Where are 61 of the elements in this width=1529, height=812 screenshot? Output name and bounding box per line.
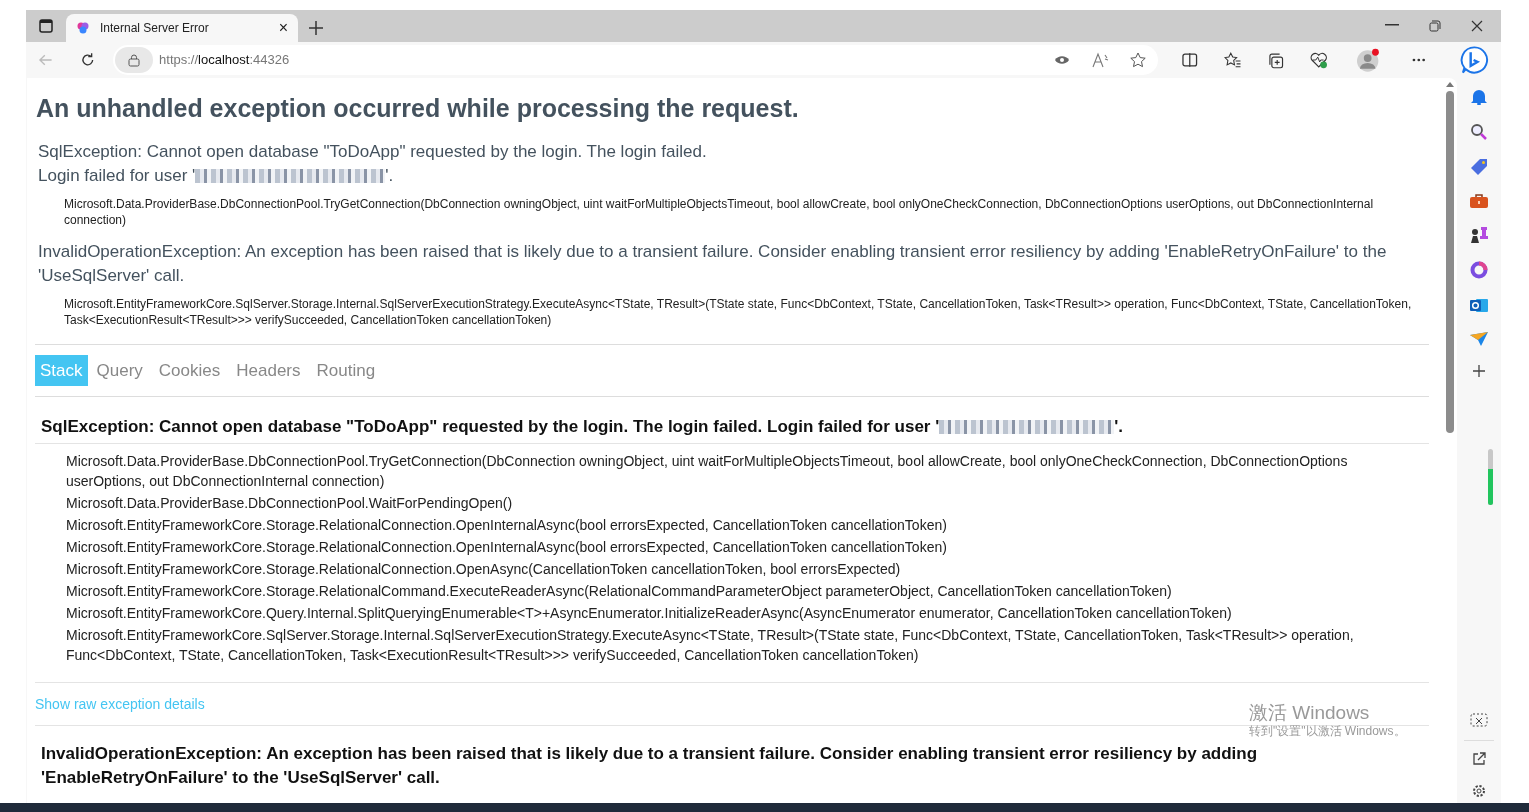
stack-frame: Microsoft.Data.ProviderBase.DbConnectionPool.TryGetConnection(DbConnection owningObject, uint waitForMultipleObjectsTimeout, bool allowCreate, bool onlyOneCheckConnection, DbConnectionOptions userOptions, out DbConnectionInternal connection) <box>38 195 1429 228</box>
stack-frame: Microsoft.Data.ProviderBase.DbConnectionPool.WaitForPendingOpen() <box>66 492 1429 514</box>
app-logo-icon <box>76 21 90 35</box>
stack-frame: Microsoft.EntityFrameworkCore.SqlServer.Storage.Internal.SqlServerExecutionStrategy.ExecuteAsync<TState, TResult>(TState state, Func<DbContext, TState, CancellationToken, Task<TResult>> operation, Func<DbContext, TState, CancellationToken, Task<ExecutionResult<TResult>>> verifySucceeded, CancellationToken cancellationToken) <box>66 624 1429 666</box>
stack-tab[interactable]: Routing <box>309 354 383 386</box>
browser-tab[interactable]: Internal Server Error × <box>66 14 298 42</box>
mail-app-icon[interactable] <box>1469 296 1489 314</box>
tag-icon[interactable] <box>1470 158 1488 176</box>
favorites-icon[interactable] <box>1223 52 1241 68</box>
exception-title: InvalidOperationException: An exception has been raised that is likely due to a transient failure. Consider enabling transient error resiliency by adding 'EnableRetryOnFailure' to the 'UseSqlServer' call. <box>41 743 1259 789</box>
refresh-icon[interactable] <box>79 52 96 68</box>
search-icon[interactable] <box>1470 123 1488 141</box>
exception-message: InvalidOperationException: An exception has been raised that is likely due to a transient failure. Consider enabling transient error resiliency by adding 'EnableRetryOnFailure' to the 'UseSqlServer' call. <box>38 240 1388 287</box>
stack-frame: Microsoft.Data.ProviderBase.DbConnectionPool.TryGetConnection(DbConnection owningObject, uint waitForMultipleObjectsTimeout, bool allowCreate, bool onlyOneCheckConnection, DbConnectionOptions userOptions, out DbConnectionInternal connection) <box>66 450 1429 492</box>
lock-icon[interactable] <box>128 53 141 67</box>
stack-frame: Microsoft.EntityFrameworkCore.Storage.RelationalConnection.OpenInternalAsync(bool errorsExpected, CancellationToken cancellationToken) <box>66 536 1429 558</box>
star-icon[interactable] <box>1130 52 1146 68</box>
copilot-icon[interactable] <box>1459 45 1489 75</box>
external-link-icon[interactable] <box>1472 752 1486 766</box>
eye-icon[interactable] <box>1054 54 1070 66</box>
more-icon[interactable] <box>1412 58 1426 62</box>
exception-message: Login failed for user ' <box>38 164 196 187</box>
stack-frame: Microsoft.EntityFrameworkCore.Storage.RelationalCommand.ExecuteReaderAsync(RelationalCommandParameterObject parameterObject, CancellationToken cancellationToken) <box>66 580 1429 602</box>
restore-icon[interactable] <box>1429 20 1441 32</box>
tab-close-button[interactable]: × <box>278 16 288 40</box>
toolbox-icon[interactable] <box>1469 193 1489 209</box>
tab-title: Internal Server Error <box>100 20 210 37</box>
exception-title: '. <box>1114 416 1123 438</box>
add-icon[interactable] <box>1472 364 1486 378</box>
scrollbar-thumb[interactable] <box>1446 91 1454 433</box>
address-bar[interactable]: https://localhost:44326 <box>113 45 1158 75</box>
page-heading: An unhandled exception occurred while processing the request. <box>36 93 800 124</box>
stack-tab[interactable]: Stack <box>35 354 88 386</box>
health-icon[interactable] <box>1309 51 1327 69</box>
stack-frame: Microsoft.EntityFrameworkCore.Query.Internal.SplitQueryingEnumerable<T>+AsyncEnumerator.InitializeReaderAsync(AsyncEnumerator enumerator, CancellationToken cancellationToken) <box>66 602 1429 624</box>
read-aloud-icon[interactable] <box>1092 52 1110 68</box>
activation-hint: 转到"设置"以激活 Windows。 <box>1249 725 1406 737</box>
paper-plane-icon[interactable] <box>1469 331 1489 347</box>
exception-message: SqlException: Cannot open database "ToDoApp" requested by the login. The login failed. <box>38 140 708 163</box>
exception-message: '. <box>385 164 394 187</box>
stack-tab[interactable]: Headers <box>229 354 308 386</box>
settings-icon[interactable] <box>1471 783 1487 799</box>
stack-frame: Microsoft.EntityFrameworkCore.SqlServer.Storage.Internal.SqlServerExecutionStrategy.ExecuteAsync<TState, TResult>(TState state, Func<DbContext, TState, CancellationToken, Task<TResult>> operation, Func<DbContext, TState, CancellationToken, Task<ExecutionResult<TResult>>> verifySucceeded, CancellationToken cancellationToken) <box>38 295 1429 328</box>
ring-logo-icon[interactable] <box>1470 261 1488 279</box>
sidebar-scrollbar[interactable] <box>1487 449 1493 505</box>
split-screen-icon[interactable] <box>1182 53 1198 67</box>
screenshot-icon[interactable] <box>1470 713 1488 729</box>
raw-details-link[interactable]: Show raw exception details <box>35 696 205 712</box>
url-text: https://localhost:44326 <box>159 51 291 70</box>
stack-tab[interactable]: Query <box>89 354 150 386</box>
collections-icon[interactable] <box>1267 51 1284 69</box>
bell-icon[interactable] <box>1470 88 1488 106</box>
activation-title: 激活 Windows <box>1249 703 1371 722</box>
scroll-up-icon[interactable] <box>1446 82 1454 87</box>
stack-tab[interactable]: Cookies <box>151 354 228 386</box>
exception-title: SqlException: Cannot open database "ToDoApp" requested by the login. The login failed. Login failed for user ' <box>41 416 940 438</box>
close-icon[interactable] <box>1471 20 1483 32</box>
stack-frame: Microsoft.EntityFrameworkCore.Storage.RelationalConnection.OpenAsync(CancellationToken cancellationToken, bool errorsExpected) <box>66 558 1429 580</box>
chess-pieces-icon[interactable] <box>1469 226 1489 244</box>
stack-frame: Microsoft.EntityFrameworkCore.Storage.RelationalConnection.OpenInternalAsync(bool errorsExpected, CancellationToken cancellationToken) <box>66 514 1429 536</box>
profile-avatar-icon[interactable] <box>1356 48 1381 72</box>
